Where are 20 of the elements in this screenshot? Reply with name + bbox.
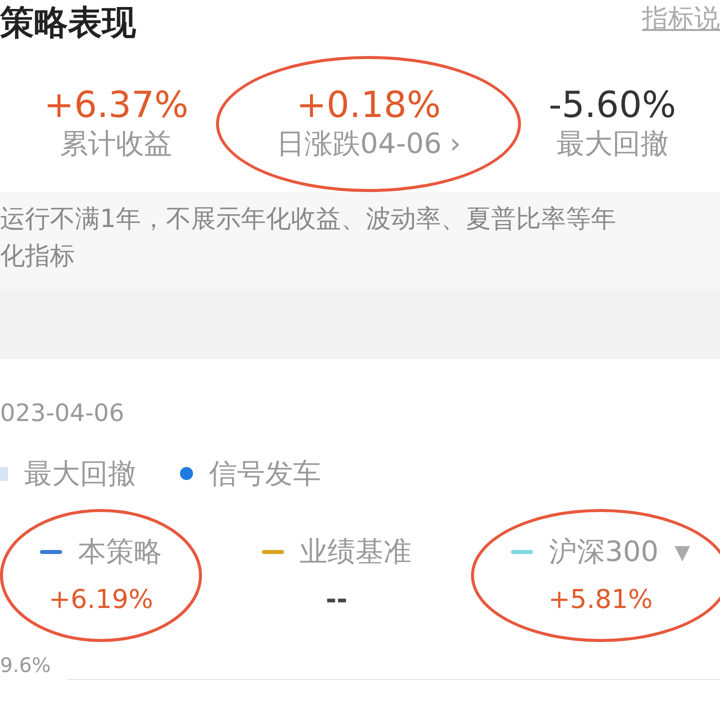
chevron-icon[interactable]: › xyxy=(450,126,461,162)
indicator-help-link[interactable]: 指标说 xyxy=(642,6,720,32)
dropdown-icon[interactable]: ▼ xyxy=(674,536,690,567)
metric-value: -5.60% xyxy=(548,86,676,126)
series-name: 业绩基准 xyxy=(300,534,412,570)
series-value: -- xyxy=(326,584,348,617)
metric-label: 最大回撤 xyxy=(556,126,668,162)
series-value: +6.19% xyxy=(48,584,154,617)
series-name: 本策略 xyxy=(78,534,162,570)
metric-label: 累计收益 xyxy=(60,126,172,162)
axis-label: 9.6% xyxy=(0,652,51,679)
series-name: 沪深300 xyxy=(549,534,659,570)
chart-date: 023-04-06 xyxy=(0,398,126,429)
series-value: +5.81% xyxy=(548,584,653,617)
legend-label: 信号发车 xyxy=(209,456,321,492)
metric-value: +6.37% xyxy=(44,86,188,126)
legend-label: 最大回撤 xyxy=(24,456,136,492)
notice-text: 运行不满1年，不展示年化收益、波动率、夏普比率等年化指标 xyxy=(0,204,616,270)
metric-value: +0.18% xyxy=(296,86,441,126)
metric-label: 日涨跌04-06 xyxy=(276,126,442,162)
